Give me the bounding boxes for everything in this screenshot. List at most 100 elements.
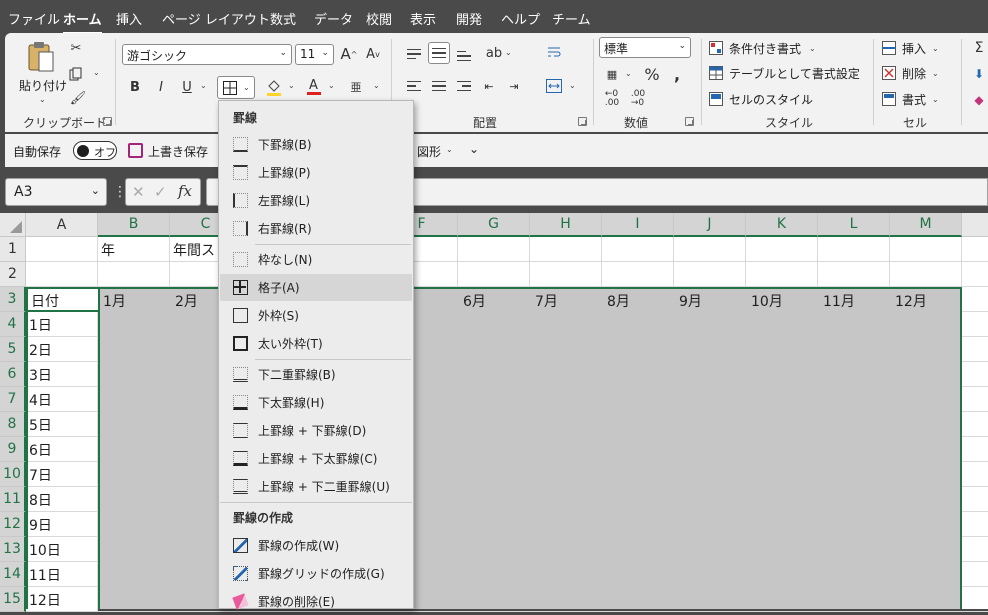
autosum-icon[interactable]: Σ [968,37,988,59]
cell-B3[interactable]: 1月 [100,289,129,313]
cell-A13[interactable]: 10日 [26,537,98,562]
wrap-text-icon[interactable] [543,42,565,64]
menu-item-draw-border[interactable]: 罫線の作成(W) [220,532,412,559]
row-header-10[interactable]: 10 [0,462,26,487]
column-header-M[interactable]: M [890,213,962,237]
tab-help[interactable]: ヘルプ [501,9,540,28]
number-launcher-icon[interactable] [685,117,694,126]
underline-icon[interactable]: U [176,76,198,98]
customize-qat-icon[interactable]: ⌄ [469,142,479,156]
column-header-K[interactable]: K [746,213,818,237]
tab-file[interactable]: ファイル [8,9,60,28]
column-header-I[interactable]: I [602,213,674,237]
cell-A7[interactable]: 4日 [26,387,98,412]
tab-team[interactable]: チーム [552,9,591,28]
row-header-12[interactable]: 12 [0,512,26,537]
alignment-launcher-icon[interactable] [578,117,587,126]
menu-item-top-thick-bottom-border[interactable]: 上罫線 + 下太罫線(C) [220,445,412,472]
font-color-icon[interactable]: A [303,75,325,97]
row-header-14[interactable]: 14 [0,562,26,587]
menu-item-draw-border-grid[interactable]: 罫線グリッドの作成(G) [220,560,412,587]
menu-item-top-border[interactable]: 上罫線(P) [220,159,412,186]
number-format-combo[interactable]: 標準 ⌄ [599,37,691,58]
cell-H3[interactable]: 7月 [532,289,561,313]
tab-view[interactable]: 表示 [410,9,436,28]
name-box[interactable]: A3 ⌄ [5,178,107,206]
menu-item-outside-borders[interactable]: 外枠(S) [220,302,412,329]
conditional-format-button[interactable]: 条件付き書式 ⌄ [709,39,879,59]
column-header-A[interactable]: A [26,213,98,237]
increase-font-icon[interactable]: A ^ [338,43,360,65]
tab-developer[interactable]: 開発 [456,9,482,28]
cell-styles-button[interactable]: セルのスタイル ⌄ [709,90,879,110]
menu-item-bottom-double-border[interactable]: 下二重罫線(B) [220,361,412,388]
merge-center-icon[interactable] [543,75,565,97]
currency-icon[interactable]: ▦ [601,63,623,85]
cell-K3[interactable]: 10月 [748,289,786,313]
row-header-2[interactable]: 2 [0,262,26,287]
cell-A15[interactable]: 12日 [26,587,98,612]
align-bottom-icon[interactable] [453,45,475,67]
column-header-G[interactable]: G [458,213,530,237]
enter-icon[interactable]: ✓ [154,183,167,201]
column-header-L[interactable]: L [818,213,890,237]
align-left-icon[interactable] [403,75,425,97]
menu-item-no-border[interactable]: 枠なし(N) [220,246,412,273]
phonetic-icon[interactable]: 亜 [345,76,367,98]
clear-icon[interactable]: ◆ [968,89,988,111]
column-header-B[interactable]: B [98,213,170,237]
cancel-icon[interactable]: ✕ [132,183,145,201]
decrease-font-icon[interactable]: Av [362,43,384,65]
tab-review[interactable]: 校閲 [366,9,392,28]
paste-button[interactable]: 貼り付け ⌄ [19,39,67,109]
row-header-7[interactable]: 7 [0,387,26,412]
cell-M3[interactable]: 12月 [892,289,930,313]
column-header-H[interactable]: H [530,213,602,237]
format-as-table-button[interactable]: テーブルとして書式設定 ⌄ [709,64,879,84]
delete-cells-button[interactable]: 削除 ⌄ [882,64,962,84]
name-box-dropdown-icon[interactable]: ⌄ [91,184,100,197]
menu-item-erase-border[interactable]: 罫線の削除(E) [220,588,412,615]
autosave-toggle[interactable]: オフ [73,141,117,160]
orientation-icon[interactable]: ab [483,42,505,64]
row-header-15[interactable]: 15 [0,587,26,612]
comma-icon[interactable]: , [666,63,688,85]
cell-A5[interactable]: 2日 [26,337,98,362]
align-right-icon[interactable] [453,75,475,97]
row-header-8[interactable]: 8 [0,412,26,437]
italic-icon[interactable]: I [150,76,172,98]
row-header-3[interactable]: 3 [0,287,26,312]
insert-function-icon[interactable]: fx [178,182,192,200]
cell-B1[interactable]: 年 [98,238,118,262]
font-size-combo[interactable]: 11 ⌄ [295,44,334,65]
menu-item-thick-outside-borders[interactable]: 太い外枠(T) [220,330,412,357]
tab-insert[interactable]: 挿入 [116,9,142,28]
tab-home[interactable]: ホーム [63,9,102,34]
clipboard-launcher-icon[interactable] [103,117,112,126]
cell-L3[interactable]: 11月 [820,289,858,313]
align-top-icon[interactable] [403,43,425,65]
row-header-5[interactable]: 5 [0,337,26,362]
row-header-13[interactable]: 13 [0,537,26,562]
cell-A10[interactable]: 7日 [26,462,98,487]
save-label[interactable]: 上書き保存 [148,143,208,160]
cell-A6[interactable]: 3日 [26,362,98,387]
decrease-indent-icon[interactable]: ⇤ [478,75,500,97]
cell-G3[interactable]: 6月 [460,289,489,313]
select-all-button[interactable] [0,213,26,237]
cell-I3[interactable]: 8月 [604,289,633,313]
row-header-9[interactable]: 9 [0,437,26,462]
cell-J3[interactable]: 9月 [676,289,705,313]
cell-C3[interactable]: 2月 [172,289,201,313]
increase-decimal-icon[interactable]: ←0.00 [601,88,623,110]
menu-item-bottom-border[interactable]: 下罫線(B) [220,131,412,158]
row-header-11[interactable]: 11 [0,487,26,512]
cell-A12[interactable]: 9日 [26,512,98,537]
bold-icon[interactable]: B [124,76,146,98]
copy-icon[interactable] [65,63,87,85]
align-middle-icon[interactable] [428,42,450,64]
insert-cells-button[interactable]: 挿入 ⌄ [882,39,962,59]
tab-formulas[interactable]: 数式 [270,9,296,28]
row-header-6[interactable]: 6 [0,362,26,387]
row-header-1[interactable]: 1 [0,237,26,262]
